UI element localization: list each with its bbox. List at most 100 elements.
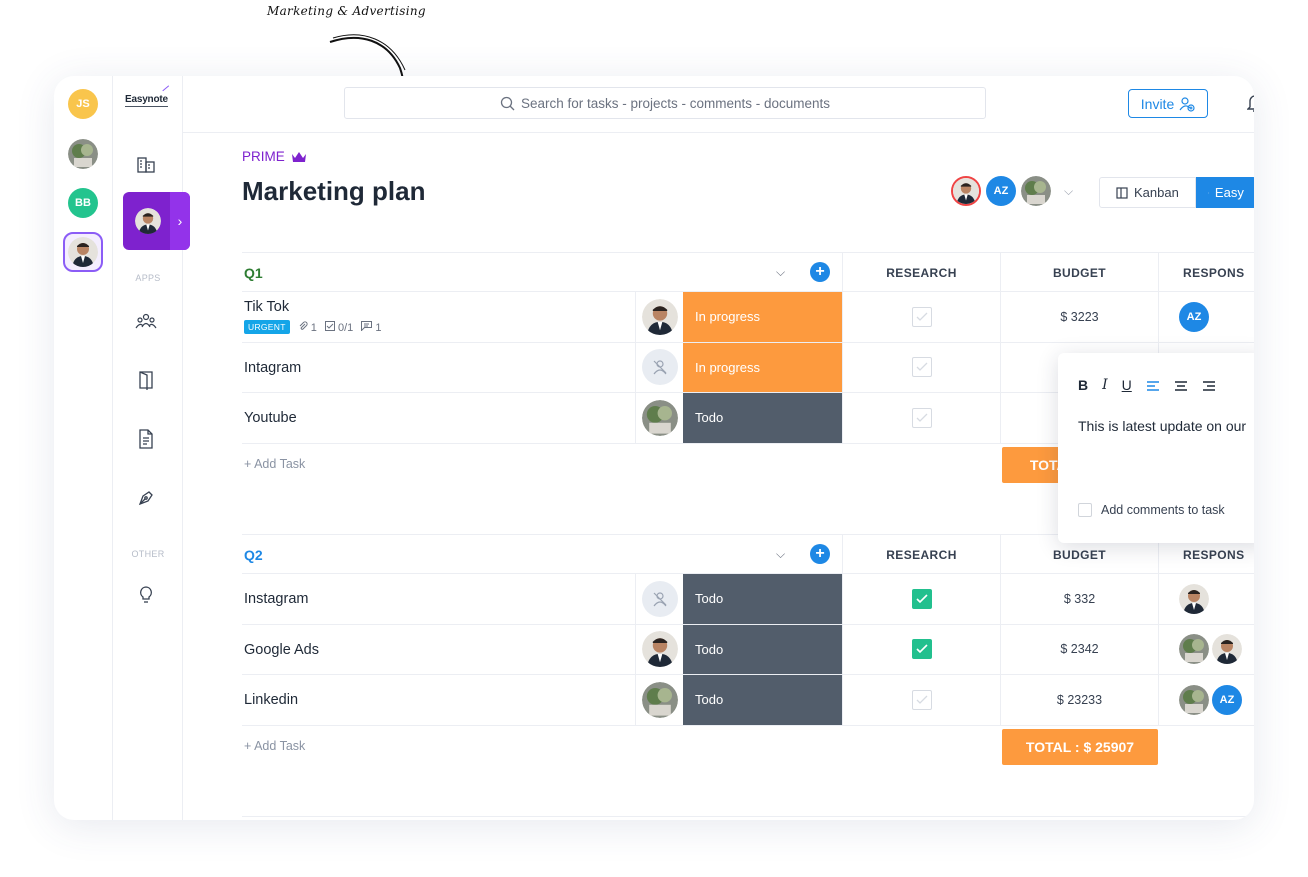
building-icon[interactable] [135, 153, 157, 175]
research-cell[interactable] [842, 292, 1000, 342]
research-checkbox[interactable] [911, 306, 932, 327]
assignee-cell[interactable] [635, 574, 683, 624]
status-cell[interactable]: In progress [683, 342, 842, 392]
align-center-icon[interactable] [1174, 380, 1188, 392]
research-cell[interactable] [842, 393, 1000, 443]
workspace-bb[interactable]: BB [68, 188, 98, 218]
responsible-cell[interactable]: AZ [1158, 675, 1254, 725]
research-checkbox-checked[interactable] [911, 588, 932, 609]
unassigned-user-icon[interactable] [641, 580, 678, 617]
task-row[interactable]: Linkedin Todo $ 23233 AZ [242, 675, 1254, 726]
member-list[interactable]: AZ ⌵ [951, 176, 1073, 206]
kanban-view-button[interactable]: Kanban [1099, 177, 1196, 208]
research-cell[interactable] [842, 574, 1000, 624]
comment-text[interactable]: This is latest update on our [1078, 418, 1246, 434]
add-column-button[interactable]: + [810, 262, 830, 282]
status-cell[interactable]: Todo [683, 393, 842, 443]
active-project-button[interactable]: › [123, 192, 190, 250]
pen-icon[interactable] [135, 487, 157, 509]
member-avatar[interactable] [951, 176, 981, 206]
add-task-button[interactable]: + Add Task [244, 739, 305, 753]
chevron-down-icon[interactable]: ⌵ [1064, 184, 1073, 199]
task-row[interactable]: Instagram Todo $ 332 [242, 574, 1254, 625]
total-badge: TOTAL : $ 25907 [1002, 728, 1158, 765]
assignee-cell[interactable] [635, 292, 683, 342]
other-label: OTHER [131, 549, 165, 559]
avatar-man[interactable] [1179, 583, 1209, 614]
invite-label: Invite [1140, 95, 1175, 112]
status-cell[interactable]: In progress [683, 292, 842, 342]
workspace-photo[interactable] [68, 139, 98, 169]
task-name[interactable]: Tik Tok [244, 299, 289, 315]
task-name[interactable]: Youtube [244, 410, 297, 426]
lightbulb-icon[interactable] [135, 584, 157, 606]
underline-button[interactable]: U [1122, 377, 1132, 393]
add-task-button[interactable]: + Add Task [244, 457, 305, 471]
search-placeholder: Search for tasks - projects - comments -… [520, 95, 831, 111]
checkbox-icon[interactable] [1078, 503, 1092, 517]
invite-button[interactable]: Invite [1128, 89, 1208, 118]
attachment-count: 1 [298, 320, 317, 334]
italic-button[interactable]: I [1102, 377, 1108, 393]
research-cell[interactable] [842, 342, 1000, 392]
assignee-cell[interactable] [635, 675, 683, 725]
search-input[interactable]: Search for tasks - projects - comments -… [344, 87, 986, 119]
easynote-logo[interactable]: Easynote [125, 85, 174, 107]
responsible-cell[interactable] [1158, 624, 1254, 674]
budget-cell[interactable]: $ 2342 [1000, 624, 1158, 674]
chevron-down-icon[interactable]: ⌵ [776, 265, 785, 280]
chevron-down-icon[interactable]: ⌵ [776, 547, 785, 562]
member-avatar[interactable] [1021, 176, 1051, 206]
research-checkbox[interactable] [911, 357, 932, 378]
research-cell[interactable] [842, 624, 1000, 674]
comment-count: 1 [361, 320, 381, 334]
avatar-plant[interactable] [1179, 684, 1209, 715]
easy-view-button[interactable]: Easy [1195, 177, 1254, 208]
research-cell[interactable] [842, 675, 1000, 725]
door-icon[interactable] [135, 369, 157, 391]
avatar-man [641, 631, 678, 668]
budget-cell[interactable]: $ 3223 [1000, 292, 1158, 342]
workspace-active[interactable] [63, 232, 103, 272]
bold-button[interactable]: B [1078, 377, 1088, 393]
group-name[interactable]: Q1 [244, 265, 263, 281]
align-left-icon[interactable] [1146, 380, 1160, 392]
avatar-plant[interactable] [1179, 634, 1209, 665]
workspace-js[interactable]: JS [68, 89, 98, 119]
member-avatar-az[interactable]: AZ [986, 176, 1016, 206]
research-checkbox-checked[interactable] [911, 639, 932, 660]
task-row[interactable]: Google Ads Todo $ 2342 [242, 624, 1254, 675]
status-cell[interactable]: Todo [683, 624, 842, 674]
responsible-cell[interactable]: AZ [1158, 292, 1254, 342]
task-name[interactable]: Linkedin [244, 692, 298, 708]
add-user-icon [1179, 96, 1195, 112]
group-name[interactable]: Q2 [244, 547, 263, 563]
align-right-icon[interactable] [1202, 380, 1216, 392]
task-name[interactable]: Instagram [244, 591, 308, 607]
team-icon[interactable] [135, 311, 157, 333]
add-column-button[interactable]: + [810, 544, 830, 564]
assignee-cell[interactable] [635, 393, 683, 443]
apps-label: APPS [135, 273, 161, 283]
task-row[interactable]: Tik Tok URGENT 1 0/1 1 In progress $ 322… [242, 292, 1254, 343]
task-name[interactable]: Intagram [244, 360, 301, 376]
research-checkbox[interactable] [911, 689, 932, 710]
assignee-cell[interactable] [635, 342, 683, 392]
status-cell[interactable]: Todo [683, 675, 842, 725]
budget-cell[interactable]: $ 23233 [1000, 675, 1158, 725]
unassigned-user-icon[interactable] [641, 349, 678, 386]
budget-cell[interactable]: $ 332 [1000, 574, 1158, 624]
responsible-cell[interactable] [1158, 574, 1254, 624]
task-name[interactable]: Google Ads [244, 642, 319, 658]
page-title: Marketing plan [242, 176, 426, 206]
add-comments-checkbox[interactable]: Add comments to task [1078, 503, 1225, 517]
avatar-plant [641, 399, 678, 436]
responsible-avatar-az[interactable]: AZ [1179, 301, 1209, 332]
status-cell[interactable]: Todo [683, 574, 842, 624]
document-icon[interactable] [135, 428, 157, 450]
assignee-cell[interactable] [635, 624, 683, 674]
bell-icon[interactable] [1246, 93, 1254, 118]
responsible-avatar-az[interactable]: AZ [1212, 684, 1242, 715]
avatar-man[interactable] [1212, 634, 1242, 665]
research-checkbox[interactable] [911, 407, 932, 428]
